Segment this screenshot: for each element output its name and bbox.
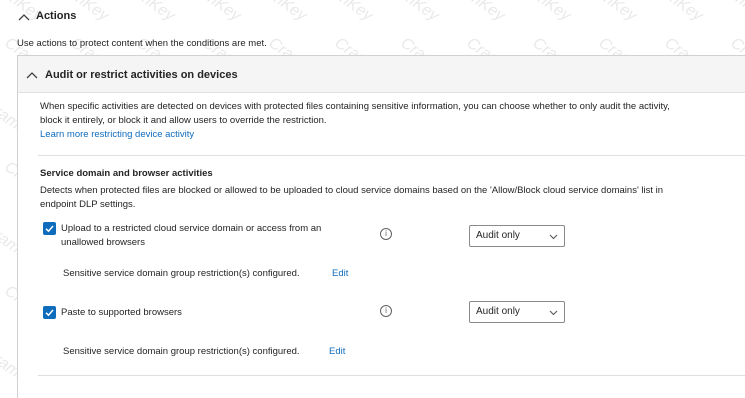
watermark-text: CramKey — [707, 0, 745, 25]
chevron-down-icon — [549, 234, 558, 240]
dropdown-value: Audit only — [476, 306, 520, 317]
watermark-text: CramKey — [179, 0, 243, 25]
dropdown-value: Audit only — [476, 230, 520, 241]
info-icon[interactable]: i — [380, 305, 392, 317]
upload-restricted-label-line1: Upload to a restricted cloud service dom… — [61, 223, 322, 234]
divider — [38, 375, 745, 376]
watermark-text: CramKey — [575, 0, 639, 25]
paste-browsers-label: Paste to supported browsers — [61, 307, 182, 318]
service-domain-description-line2: endpoint DLP settings. — [40, 199, 136, 210]
actions-title: Actions — [36, 10, 77, 22]
checkmark-icon — [45, 225, 54, 233]
watermark-text: CramKey — [311, 0, 375, 25]
watermark-text: CramKey — [377, 0, 441, 25]
watermark-text: CramKey — [509, 0, 573, 25]
panel-description-line1: When specific activities are detected on… — [40, 101, 670, 112]
chevron-up-icon — [26, 72, 38, 79]
edit-link[interactable]: Edit — [332, 268, 348, 279]
restriction-configured-text: Sensitive service domain group restricti… — [63, 346, 300, 357]
panel-title: Audit or restrict activities on devices — [45, 69, 238, 81]
chevron-down-icon — [549, 310, 558, 316]
watermark-text: CramKey — [113, 0, 177, 25]
panel-description-line2: block it entirely, or block it and allow… — [40, 115, 327, 126]
watermark-text: CramKey — [641, 0, 705, 25]
info-icon[interactable]: i — [380, 228, 392, 240]
divider — [38, 155, 745, 156]
paste-browsers-checkbox[interactable] — [43, 306, 56, 319]
upload-restricted-checkbox[interactable] — [43, 222, 56, 235]
learn-more-link[interactable]: Learn more restricting device activity — [40, 129, 194, 140]
service-domain-description-line1: Detects when protected files are blocked… — [40, 185, 664, 196]
edit-link[interactable]: Edit — [329, 346, 345, 357]
upload-restricted-dropdown[interactable]: Audit only — [469, 225, 565, 247]
chevron-up-icon — [18, 14, 30, 21]
paste-browsers-dropdown[interactable]: Audit only — [469, 301, 565, 323]
checkmark-icon — [45, 309, 54, 317]
watermark-text: CramKey — [245, 0, 309, 25]
service-domain-title: Service domain and browser activities — [40, 168, 213, 179]
restriction-configured-text: Sensitive service domain group restricti… — [63, 268, 300, 279]
upload-restricted-label-line2: unallowed browsers — [61, 237, 145, 248]
watermark-text: CramKey — [443, 0, 507, 25]
actions-description: Use actions to protect content when the … — [17, 38, 267, 49]
actions-collapse-toggle[interactable]: Actions — [15, 8, 95, 26]
